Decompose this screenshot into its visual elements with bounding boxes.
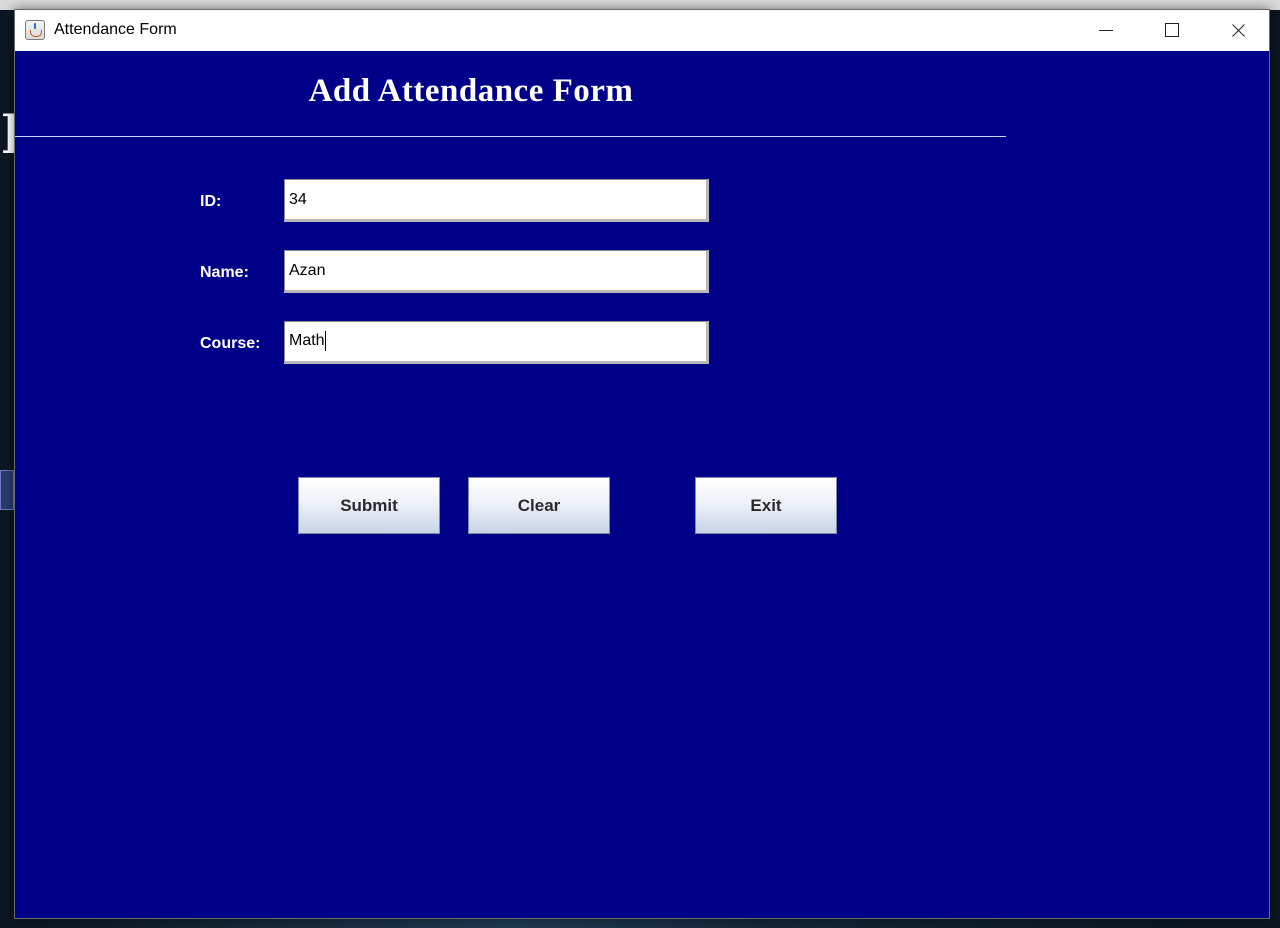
name-field[interactable] xyxy=(284,250,709,293)
java-cup-icon xyxy=(25,20,45,40)
attendance-window: Attendance Form Add Attendance Form ID: … xyxy=(14,9,1270,919)
course-field-value: Math xyxy=(289,332,325,349)
background-partial-widget xyxy=(0,470,14,510)
course-field[interactable]: Math xyxy=(284,321,709,364)
window-title: Attendance Form xyxy=(54,21,177,38)
id-label: ID: xyxy=(200,193,222,210)
heading-divider xyxy=(15,136,1006,137)
course-label: Course: xyxy=(200,335,261,352)
form-heading: Add Attendance Form xyxy=(308,73,634,109)
maximize-button[interactable] xyxy=(1139,10,1205,51)
close-button[interactable] xyxy=(1205,10,1271,51)
name-label: Name: xyxy=(200,264,249,281)
form-content: Add Attendance Form ID: Name: Course: Ma… xyxy=(15,51,1269,918)
exit-button[interactable]: Exit xyxy=(695,477,837,534)
clear-button[interactable]: Clear xyxy=(468,477,610,534)
submit-button[interactable]: Submit xyxy=(298,477,440,534)
text-caret xyxy=(324,330,326,351)
minimize-button[interactable] xyxy=(1073,10,1139,51)
id-field[interactable] xyxy=(284,179,709,222)
title-bar[interactable]: Attendance Form xyxy=(15,10,1269,51)
